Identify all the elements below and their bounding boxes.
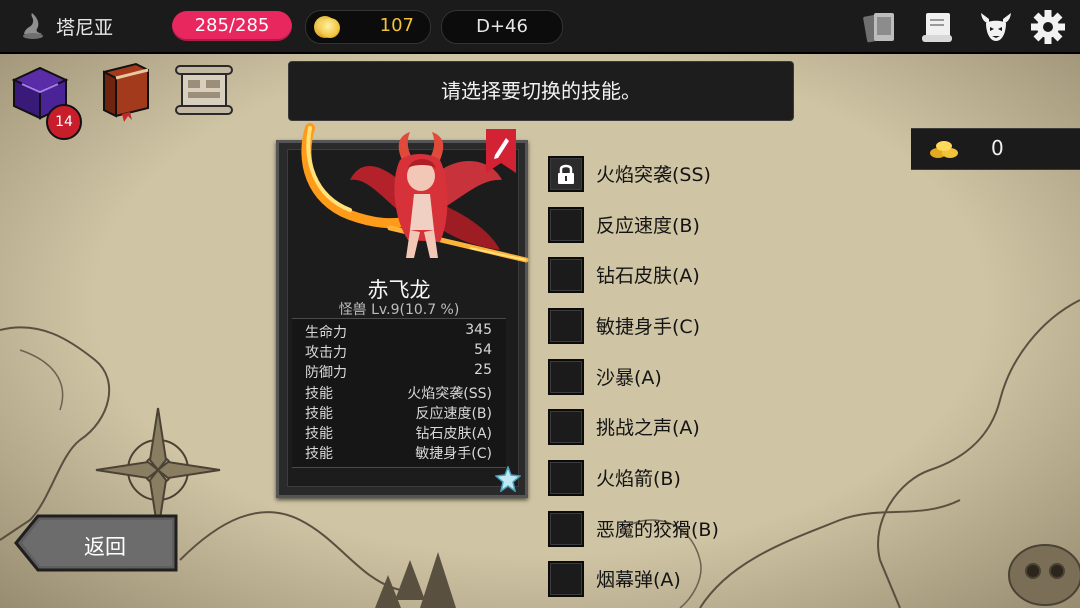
skill-checkbox[interactable]: [548, 511, 584, 547]
demon-horns-icon[interactable]: [978, 9, 1014, 45]
stat-row: 技能 反应速度(B): [292, 403, 506, 423]
skill-checkbox[interactable]: [548, 257, 584, 293]
stat-label: 生命力: [305, 325, 347, 341]
skill-checkbox[interactable]: [548, 359, 584, 395]
skill-checkbox[interactable]: [548, 207, 584, 243]
location-name: 塔尼亚: [56, 17, 114, 39]
chest-count-badge: 14: [46, 104, 82, 140]
skill-option[interactable]: 恶魔的狡猾(B): [548, 511, 848, 547]
skill-label: 敏捷身手(C): [596, 316, 701, 338]
skill-label: 烟幕弹(A): [596, 569, 681, 591]
edit-icon[interactable]: [486, 129, 516, 173]
gear-icon[interactable]: [1030, 9, 1066, 45]
gold-counter: 107: [305, 10, 431, 44]
skill-checkbox[interactable]: [548, 561, 584, 597]
skill-label: 沙暴(A): [596, 367, 662, 389]
skill-label: 火焰突袭(SS): [596, 164, 711, 186]
map-scroll-icon[interactable]: [920, 9, 956, 45]
stat-value: 反应速度(B): [415, 406, 492, 422]
day-counter: D+46: [441, 10, 563, 44]
skill-label: 火焰箭(B): [596, 468, 681, 490]
skill-label: 反应速度(B): [596, 215, 700, 237]
stat-label: 技能: [305, 386, 333, 402]
stat-label: 技能: [305, 406, 333, 422]
stat-row: 生命力 345: [292, 322, 506, 342]
monster-level: 怪兽 Lv.9(10.7 %): [338, 302, 460, 318]
stats-table: 生命力 345 攻击力 54 防御力 25 技能 火焰突袭(SS) 技能 反应速…: [292, 318, 506, 468]
stat-row: 技能 敏捷身手(C): [292, 443, 506, 463]
skill-option[interactable]: 敏捷身手(C): [548, 308, 848, 344]
cards-icon[interactable]: [862, 9, 898, 45]
hp-counter: 285/285: [172, 11, 292, 41]
location-icon: [23, 13, 43, 39]
coin-icon: [320, 18, 340, 38]
skill-option[interactable]: 沙暴(A): [548, 359, 848, 395]
stat-value: 54: [474, 342, 492, 358]
skill-checkbox[interactable]: [548, 308, 584, 344]
stat-row: 技能 火焰突袭(SS): [292, 383, 506, 403]
skill-label: 钻石皮肤(A): [596, 265, 700, 287]
stat-row: 防御力 25: [292, 362, 506, 382]
prompt-message: 请选择要切换的技能。: [288, 61, 794, 121]
stat-row: 攻击力 54: [292, 342, 506, 362]
lock-icon: [558, 164, 574, 184]
skill-option[interactable]: 火焰突袭(SS): [548, 156, 848, 192]
gold-value: 107: [379, 15, 414, 36]
coin-pile-value: 0: [991, 136, 1004, 160]
stat-value: 345: [465, 322, 492, 338]
skill-option[interactable]: 火焰箭(B): [548, 460, 848, 496]
skill-option[interactable]: 钻石皮肤(A): [548, 257, 848, 293]
stat-row: 技能 钻石皮肤(A): [292, 423, 506, 443]
stat-label: 技能: [305, 426, 333, 442]
stat-label: 防御力: [305, 365, 347, 381]
skill-checkbox[interactable]: [548, 156, 584, 192]
back-button-label: 返回: [84, 535, 126, 559]
stat-value: 敏捷身手(C): [415, 446, 492, 462]
star-icon: [495, 466, 521, 492]
skill-option[interactable]: 反应速度(B): [548, 207, 848, 243]
stat-value: 火焰突袭(SS): [407, 386, 492, 402]
skill-label: 恶魔的狡猾(B): [596, 519, 719, 541]
top-bar: 塔尼亚 285/285 107 D+46: [0, 0, 1080, 54]
scroll-icon[interactable]: [172, 58, 236, 122]
skill-option[interactable]: 烟幕弹(A): [548, 561, 848, 597]
skill-label: 挑战之声(A): [596, 417, 700, 439]
coin-pile-counter: 0: [911, 128, 1080, 170]
skill-option[interactable]: 挑战之声(A): [548, 409, 848, 445]
gold-pile-icon: [930, 141, 958, 158]
stat-value: 25: [474, 362, 492, 378]
stat-value: 钻石皮肤(A): [415, 426, 492, 442]
stat-label: 技能: [305, 446, 333, 462]
stat-label: 攻击力: [305, 345, 347, 361]
skill-checkbox[interactable]: [548, 409, 584, 445]
skill-checkbox[interactable]: [548, 460, 584, 496]
spellbook-icon[interactable]: [94, 58, 158, 122]
